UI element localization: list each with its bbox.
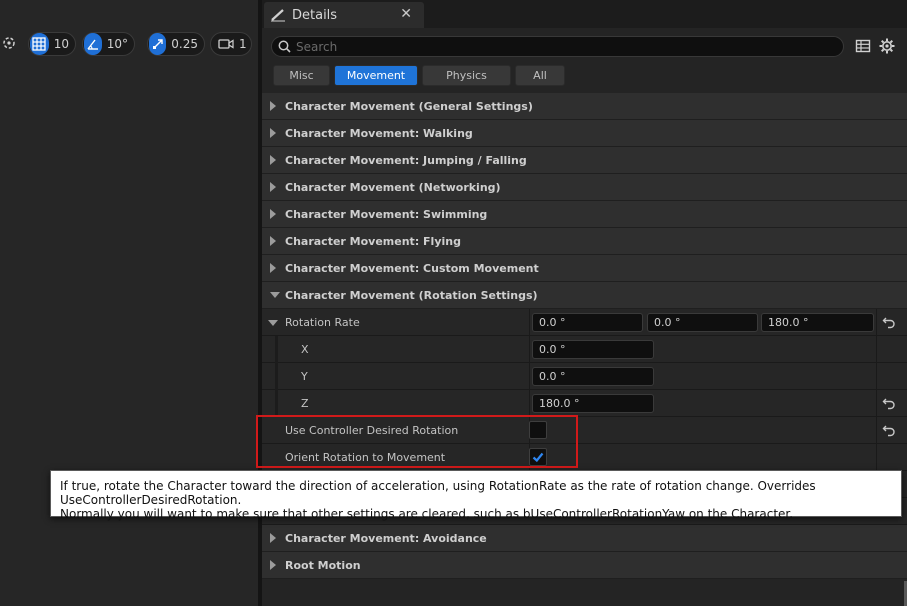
- column-divider: [876, 417, 877, 444]
- use-controller-desired-rotation-label: Use Controller Desired Rotation: [285, 424, 459, 437]
- grid-snap-button[interactable]: 10: [28, 32, 76, 56]
- column-divider: [529, 336, 530, 363]
- expand-arrow-icon: [270, 533, 276, 543]
- orient-rotation-to-movement-label: Orient Rotation to Movement: [285, 451, 446, 464]
- rotation-rate-row: Rotation Rate 0.0 ° 0.0 ° 180.0 °: [262, 309, 907, 336]
- checkmark-icon: [532, 452, 544, 463]
- x-field[interactable]: 0.0 °: [532, 340, 654, 359]
- column-divider: [876, 336, 877, 363]
- rotation-rate-y-field[interactable]: 0.0 °: [647, 313, 758, 332]
- y-label: Y: [301, 370, 308, 383]
- camera-icon: [218, 38, 234, 50]
- category-label: Character Movement (General Settings): [285, 99, 533, 113]
- grid-snap-value: 10: [53, 37, 69, 51]
- category-swimming[interactable]: Character Movement: Swimming: [262, 201, 907, 228]
- filter-misc-button[interactable]: Misc: [273, 65, 330, 86]
- search-icon: [278, 40, 291, 53]
- indent-guide: [275, 363, 278, 390]
- column-divider: [876, 363, 877, 390]
- category-label: Character Movement (Networking): [285, 180, 501, 194]
- indent-guide: [275, 336, 278, 363]
- rotation-snap-button[interactable]: 10°: [82, 32, 135, 56]
- category-flying[interactable]: Character Movement: Flying: [262, 228, 907, 255]
- z-field[interactable]: 180.0 °: [532, 394, 654, 413]
- search-input[interactable]: [296, 39, 816, 54]
- column-divider: [876, 444, 877, 471]
- category-root-motion[interactable]: Root Motion: [262, 552, 907, 579]
- use-controller-desired-rotation-checkbox[interactable]: [529, 421, 547, 439]
- z-label: Z: [301, 397, 309, 410]
- category-label: Character Movement: Flying: [285, 234, 461, 248]
- scale-icon: [149, 33, 167, 55]
- category-avoidance[interactable]: Character Movement: Avoidance: [262, 525, 907, 552]
- rotation-rate-x-row: X 0.0 °: [262, 336, 907, 363]
- expand-arrow-icon: [270, 263, 276, 273]
- category-label: Character Movement: Walking: [285, 126, 473, 140]
- expand-arrow-icon: [270, 560, 276, 570]
- category-networking[interactable]: Character Movement (Networking): [262, 174, 907, 201]
- settings-gear-icon[interactable]: [879, 38, 895, 54]
- column-divider: [529, 309, 530, 336]
- column-divider: [529, 390, 530, 417]
- rotation-rate-x-field[interactable]: 0.0 °: [532, 313, 643, 332]
- expand-arrow-icon: [270, 182, 276, 192]
- filter-all-button[interactable]: All: [515, 65, 565, 86]
- category-label: Character Movement: Avoidance: [285, 531, 487, 545]
- tooltip-line-1: If true, rotate the Character toward the…: [60, 479, 816, 507]
- category-label: Character Movement (Rotation Settings): [285, 288, 538, 302]
- expand-arrow-icon: [270, 101, 276, 111]
- rotation-rate-label: Rotation Rate: [285, 316, 360, 329]
- close-icon[interactable]: ✕: [400, 6, 412, 22]
- collapse-arrow-icon: [270, 292, 280, 298]
- expand-arrow-icon: [270, 209, 276, 219]
- camera-speed-button[interactable]: 1: [210, 32, 252, 56]
- orient-rotation-to-movement-row: Orient Rotation to Movement: [262, 444, 907, 471]
- column-divider: [876, 309, 877, 336]
- category-label: Character Movement: Jumping / Falling: [285, 153, 527, 167]
- category-label: Root Motion: [285, 558, 361, 572]
- property-tooltip: If true, rotate the Character toward the…: [50, 470, 902, 521]
- grid-icon: [30, 33, 49, 55]
- details-pencil-icon: [270, 8, 286, 22]
- transform-gizmo-icon[interactable]: [0, 33, 20, 53]
- indent-guide: [275, 390, 278, 417]
- camera-speed-value: 1: [239, 37, 247, 51]
- reset-to-default-icon[interactable]: [882, 315, 896, 329]
- use-controller-desired-rotation-row: Use Controller Desired Rotation: [262, 417, 907, 444]
- details-tab-title: Details: [292, 7, 338, 23]
- rotation-rate-y-row: Y 0.0 °: [262, 363, 907, 390]
- scale-snap-button[interactable]: 0.25: [147, 32, 205, 56]
- category-label: Character Movement: Swimming: [285, 207, 488, 221]
- scale-snap-value: 0.25: [171, 37, 198, 51]
- collapse-arrow-icon[interactable]: [268, 320, 278, 326]
- rotation-snap-value: 10°: [106, 37, 128, 51]
- orient-rotation-to-movement-checkbox[interactable]: [529, 448, 547, 466]
- category-custom-movement[interactable]: Character Movement: Custom Movement: [262, 255, 907, 282]
- angle-icon: [84, 33, 102, 55]
- tooltip-line-2: Normally you will want to make sure that…: [60, 507, 794, 521]
- column-divider: [529, 363, 530, 390]
- rotation-rate-z-field[interactable]: 180.0 °: [761, 313, 874, 332]
- reset-to-default-icon[interactable]: [882, 423, 896, 437]
- search-box[interactable]: [271, 36, 844, 57]
- category-rotation-settings[interactable]: Character Movement (Rotation Settings): [262, 282, 907, 309]
- column-divider: [876, 390, 877, 417]
- expand-arrow-icon: [270, 155, 276, 165]
- y-field[interactable]: 0.0 °: [532, 367, 654, 386]
- expand-arrow-icon: [270, 128, 276, 138]
- category-general-settings[interactable]: Character Movement (General Settings): [262, 93, 907, 120]
- filter-physics-button[interactable]: Physics: [422, 65, 511, 86]
- category-label: Character Movement: Custom Movement: [285, 261, 539, 275]
- expand-arrow-icon: [270, 236, 276, 246]
- reset-to-default-icon[interactable]: [882, 396, 896, 410]
- category-jumping-falling[interactable]: Character Movement: Jumping / Falling: [262, 147, 907, 174]
- details-tab[interactable]: Details ✕: [264, 2, 424, 28]
- category-walking[interactable]: Character Movement: Walking: [262, 120, 907, 147]
- property-matrix-icon[interactable]: [855, 38, 871, 54]
- category-filter-bar: Misc Movement Physics All: [273, 65, 565, 87]
- x-label: X: [301, 343, 309, 356]
- filter-movement-button[interactable]: Movement: [334, 65, 418, 86]
- rotation-rate-z-row: Z 180.0 °: [262, 390, 907, 417]
